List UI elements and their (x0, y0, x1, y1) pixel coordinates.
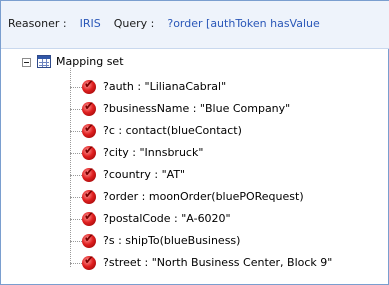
check-mark-icon (82, 143, 96, 160)
table-icon (37, 55, 51, 68)
check-mark-icon (82, 165, 96, 182)
tree-item-label: ?auth : "LilianaCabral" (103, 80, 227, 93)
tree-item-label: ?businessName : "Blue Company" (103, 102, 291, 115)
tree-item[interactable]: ?c : contact(blueContact) (70, 121, 388, 141)
tree-item[interactable]: ?postalCode : "A-6020" (70, 209, 388, 229)
tree-item-label: ?city : "Innsbruck" (103, 146, 204, 159)
check-mark-icon (82, 99, 96, 116)
tree-item[interactable]: ?businessName : "Blue Company" (70, 99, 388, 119)
tree-root-mapping-set[interactable]: Mapping set (56, 55, 124, 68)
tree-item-label: ?country : "AT" (103, 168, 186, 181)
tree-item[interactable]: ?street : "North Business Center, Block … (70, 253, 388, 273)
tree-item-label: ?street : "North Business Center, Block … (103, 256, 333, 269)
tree-item[interactable]: ?country : "AT" (70, 165, 388, 185)
tree-item[interactable]: ?s : shipTo(blueBusiness) (70, 231, 388, 251)
check-mark-icon (82, 253, 96, 270)
tree-item-label: ?order : moonOrder(bluePORequest) (103, 190, 304, 203)
tree-item[interactable]: ?city : "Innsbruck" (70, 143, 388, 163)
mapping-tree: Mapping set ?auth : "LilianaCabral" ?bus… (0, 0, 389, 285)
tree-item[interactable]: ?auth : "LilianaCabral" (70, 77, 388, 97)
collapse-toggle-icon[interactable] (22, 58, 31, 67)
check-mark-icon (82, 77, 96, 94)
tree-item-label: ?postalCode : "A-6020" (103, 212, 231, 225)
tree-item[interactable]: ?order : moonOrder(bluePORequest) (70, 187, 388, 207)
check-mark-icon (82, 231, 96, 248)
tree-item-label: ?s : shipTo(blueBusiness) (103, 234, 241, 247)
check-mark-icon (82, 209, 96, 226)
tree-item-label: ?c : contact(blueContact) (103, 124, 242, 137)
check-mark-icon (82, 121, 96, 138)
check-mark-icon (82, 187, 96, 204)
